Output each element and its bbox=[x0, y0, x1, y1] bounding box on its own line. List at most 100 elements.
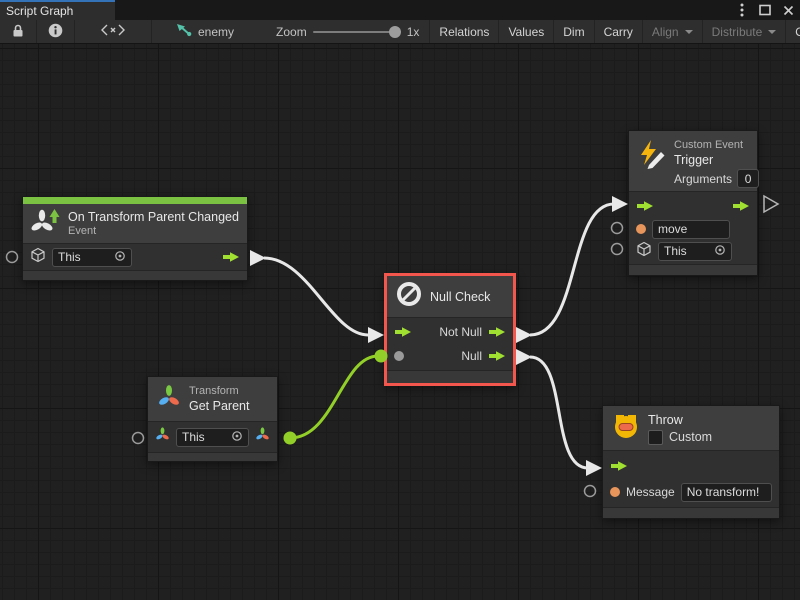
transform-event-icon bbox=[31, 208, 61, 240]
throw-exception-icon bbox=[611, 411, 641, 446]
unconnected-port-circle[interactable] bbox=[7, 252, 18, 263]
node-footer bbox=[629, 264, 757, 275]
dim-button[interactable]: Dim bbox=[554, 20, 594, 43]
zoom-slider[interactable] bbox=[313, 31, 401, 33]
align-label: Align bbox=[652, 25, 679, 39]
lock-button[interactable] bbox=[0, 20, 37, 43]
target-picker-icon[interactable] bbox=[714, 244, 726, 259]
node-port-row: This bbox=[629, 240, 757, 262]
target-field[interactable]: This bbox=[176, 428, 249, 447]
custom-checkbox[interactable] bbox=[648, 430, 663, 445]
graph-name-group: enemy bbox=[166, 20, 244, 43]
null-output-port[interactable] bbox=[488, 350, 506, 362]
wire-null-to-throw[interactable] bbox=[530, 357, 588, 468]
transform-port-icon[interactable] bbox=[155, 427, 170, 447]
window-controls bbox=[736, 0, 794, 20]
wire-getparent-to-nullcheck[interactable] bbox=[290, 356, 378, 438]
event-name-field[interactable]: move bbox=[652, 220, 730, 239]
target-value: This bbox=[182, 430, 205, 444]
wire-end-arrow[interactable] bbox=[612, 196, 628, 212]
wire-end-arrow[interactable] bbox=[368, 327, 384, 343]
align-button[interactable]: Align bbox=[643, 20, 703, 43]
menu-dots-icon[interactable] bbox=[736, 4, 748, 16]
zoom-slider-handle[interactable] bbox=[389, 26, 401, 38]
wire-start-dot[interactable] bbox=[284, 432, 297, 445]
flow-output-port[interactable] bbox=[732, 200, 750, 212]
node-header: On Transform Parent Changed Event bbox=[23, 204, 247, 244]
not-null-output-port[interactable] bbox=[488, 326, 506, 338]
unconnected-port-circle[interactable] bbox=[612, 244, 623, 255]
flow-input-port[interactable] bbox=[636, 200, 654, 212]
wire-start-arrow[interactable] bbox=[516, 349, 532, 365]
node-category: Transform bbox=[189, 385, 249, 398]
event-name-value: move bbox=[658, 222, 687, 236]
chevron-down-icon bbox=[768, 30, 776, 34]
flow-input-port[interactable] bbox=[610, 460, 628, 472]
node-header: Custom Event Trigger Arguments 0 bbox=[629, 131, 757, 192]
node-title: On Transform Parent Changed bbox=[68, 209, 239, 225]
node-null-check[interactable]: Null Check Not Null Null bbox=[384, 273, 516, 386]
string-input-port[interactable] bbox=[636, 224, 646, 234]
node-get-parent[interactable]: Transform Get Parent This bbox=[147, 376, 278, 462]
relations-button[interactable]: Relations bbox=[429, 20, 499, 43]
values-button[interactable]: Values bbox=[499, 20, 554, 43]
graph-icon bbox=[176, 23, 192, 40]
wire-notnull-to-trigger[interactable] bbox=[530, 204, 614, 335]
wire-end-arrow[interactable] bbox=[586, 460, 602, 476]
value-input-port[interactable] bbox=[394, 351, 404, 361]
node-throw[interactable]: Throw Custom Message No transform! bbox=[602, 405, 780, 519]
target-value: This bbox=[58, 250, 81, 264]
maximize-icon[interactable] bbox=[759, 4, 771, 16]
chevron-down-icon bbox=[685, 30, 693, 34]
info-icon bbox=[48, 23, 63, 41]
message-field[interactable]: No transform! bbox=[681, 483, 772, 502]
carry-button[interactable]: Carry bbox=[595, 20, 643, 43]
target-picker-icon[interactable] bbox=[231, 430, 243, 445]
tab-strip: Script Graph bbox=[0, 0, 800, 20]
node-port-row: Message No transform! bbox=[603, 479, 779, 505]
target-value: This bbox=[664, 244, 687, 258]
graph-canvas[interactable]: On Transform Parent Changed Event This bbox=[0, 44, 800, 600]
message-value: No transform! bbox=[687, 485, 760, 499]
arguments-field[interactable]: 0 bbox=[737, 169, 759, 188]
unconnected-port-circle[interactable] bbox=[585, 486, 596, 497]
tab-title: Script Graph bbox=[6, 4, 73, 18]
node-port-row: move bbox=[629, 218, 757, 240]
zoom-value: 1x bbox=[407, 25, 420, 39]
graph-toolbar: enemy Zoom 1x Relations Values Dim Carry… bbox=[0, 20, 800, 44]
string-input-port[interactable] bbox=[610, 487, 620, 497]
custom-label: Custom bbox=[669, 430, 712, 444]
wire-start-arrow[interactable] bbox=[250, 250, 266, 266]
node-port-row: This bbox=[23, 244, 247, 270]
zoom-control: Zoom 1x bbox=[266, 20, 429, 43]
info-button[interactable] bbox=[37, 20, 75, 43]
edit-graph-button[interactable] bbox=[75, 20, 152, 43]
transform-output-port-icon[interactable] bbox=[255, 427, 270, 447]
close-icon[interactable] bbox=[782, 4, 794, 16]
distribute-label: Distribute bbox=[712, 25, 763, 39]
tab-script-graph[interactable]: Script Graph bbox=[0, 0, 115, 20]
wire-start-arrow[interactable] bbox=[516, 327, 532, 343]
unconnected-port-circle[interactable] bbox=[133, 433, 144, 444]
flow-input-port[interactable] bbox=[394, 326, 412, 338]
node-title: Null Check bbox=[430, 289, 490, 305]
node-subtitle: Event bbox=[68, 225, 239, 238]
unconnected-port-circle[interactable] bbox=[612, 223, 623, 234]
node-port-row: Not Null bbox=[387, 320, 513, 344]
node-port-row bbox=[603, 453, 779, 479]
node-custom-event-trigger[interactable]: Custom Event Trigger Arguments 0 move bbox=[628, 130, 758, 276]
null-check-icon bbox=[395, 280, 423, 313]
target-picker-icon[interactable] bbox=[114, 250, 126, 265]
target-field[interactable]: This bbox=[658, 242, 732, 261]
target-field[interactable]: This bbox=[52, 248, 132, 267]
custom-event-icon bbox=[637, 139, 667, 174]
distribute-button[interactable]: Distribute bbox=[703, 20, 787, 43]
flow-output-port[interactable] bbox=[222, 251, 240, 263]
node-header: Throw Custom bbox=[603, 406, 779, 451]
overview-button[interactable]: Overview bbox=[786, 20, 800, 43]
node-category: Custom Event bbox=[674, 139, 759, 152]
gameobject-cube-icon bbox=[30, 247, 46, 268]
wire-event-to-nullcheck[interactable] bbox=[264, 258, 368, 335]
node-on-transform-parent-changed[interactable]: On Transform Parent Changed Event This bbox=[22, 196, 248, 281]
unconnected-flow-triangle[interactable] bbox=[764, 196, 778, 212]
